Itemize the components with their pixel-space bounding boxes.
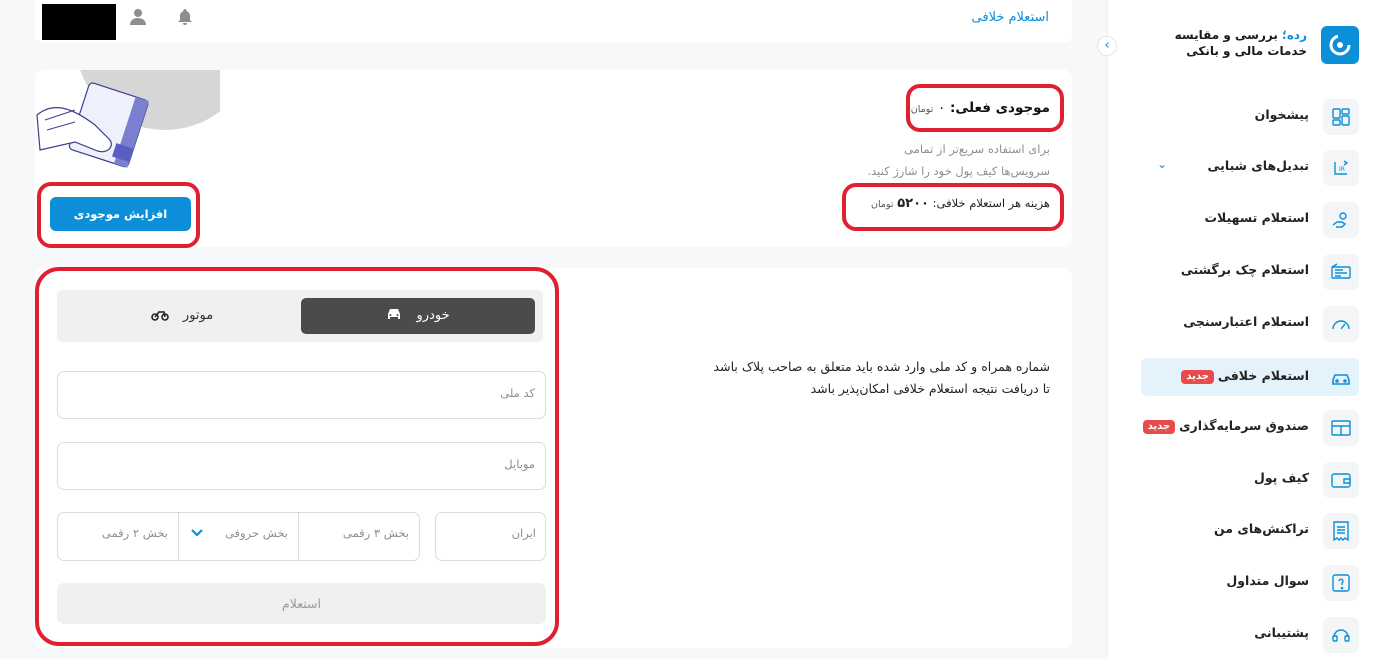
sidebar-item-label: پشتیبانی [1254,625,1309,640]
current-balance: موجودی فعلی: ۰ تومان [910,100,1050,116]
sidebar-item-support[interactable]: پشتیبانی [1141,615,1359,653]
inquiry-submit-button[interactable]: استعلام [57,583,546,624]
cheque-icon [1323,254,1359,290]
sidebar-item-label: صندوق سرمایه‌گذاریجدید [1142,418,1309,434]
inquiry-card: شماره همراه و کد ملی وارد شده باید متعلق… [35,268,1072,648]
receipt-icon [1323,513,1359,549]
iban-convert-icon: IR [1323,150,1359,186]
chevron-down-icon [191,526,203,541]
car-icon [386,300,402,336]
plate-three-digit-input[interactable]: بخش ۳ رقمی [298,513,419,560]
sidebar-item-label: سوال متداول [1226,573,1309,588]
sidebar-item-label: استعلام چک برگشتی [1180,262,1309,277]
tab-car[interactable]: خودرو [301,298,535,334]
top-bar: استعلام خلافی [35,0,1072,42]
sidebar-item-iban-convert[interactable]: IR تبدیل‌های شبایی ⌄ [1141,148,1359,186]
profile-redacted-box[interactable] [42,4,116,40]
sidebar-item-dashboard[interactable]: پیشخوان [1141,97,1359,135]
question-icon [1323,565,1359,601]
chevron-down-icon[interactable]: ⌄ [1157,157,1167,171]
sidebar-item-cheque-inquiry[interactable]: استعلام چک برگشتی [1141,252,1359,290]
sidebar-item-label: استعلام خلافیجدید [1181,368,1309,384]
plate-number-input: بخش ۳ رقمی بخش حروفی بخش ۲ رقمی [57,512,420,561]
plate-letter-select[interactable]: بخش حروفی [178,513,298,560]
bell-icon[interactable] [176,8,194,30]
inquiry-fee: هزینه هر استعلام خلافی: ۵۲۰۰ تومان [871,196,1050,211]
wallet-icon [1323,462,1359,498]
plate-two-digit-input[interactable]: بخش ۲ رقمی [58,513,178,560]
sidebar-item-faq[interactable]: سوال متداول [1141,563,1359,601]
sidebar-item-label: تراکنش‌های من [1214,521,1309,536]
mobile-placeholder: موبایل [504,457,535,471]
national-code-placeholder: کد ملی [500,386,535,400]
sidebar-item-label: تبدیل‌های شبایی [1207,158,1309,173]
page-title: استعلام خلافی [971,10,1049,25]
new-badge: جدید [1181,370,1214,384]
gauge-icon [1323,306,1359,342]
sidebar-item-traffic-fines[interactable]: استعلام خلافیجدید [1141,358,1359,396]
sidebar-item-transactions[interactable]: تراکنش‌های من [1141,511,1359,549]
sidebar-item-loan-inquiry[interactable]: استعلام تسهیلات [1141,200,1359,238]
svg-text:IR: IR [1339,166,1345,173]
sidebar-item-label: پیشخوان [1254,107,1309,122]
motorcycle-icon [150,300,169,336]
mobile-input[interactable]: موبایل [57,442,546,490]
loan-hand-icon [1323,202,1359,238]
sidebar-item-wallet[interactable]: کیف پول [1141,460,1359,498]
new-badge: جدید [1142,420,1176,434]
sidebar-item-credit-score[interactable]: استعلام اعتبارسنجی [1141,304,1359,342]
plate-iran-input[interactable]: ایران [435,512,546,561]
sidebar-item-label: کیف پول [1254,470,1309,485]
sidebar-item-label: استعلام تسهیلات [1204,210,1309,225]
dashboard-icon [1323,99,1359,135]
balance-card: موجودی فعلی: ۰ تومان برای استفاده سریع‌ت… [35,70,1072,247]
fee-unit: تومان [871,199,894,210]
brand-name: رده؛ بررسی و مقایسه خدمات مالی و بانکی [1174,28,1307,58]
user-icon[interactable] [129,8,147,30]
inquiry-info-text: شماره همراه و کد ملی وارد شده باید متعلق… [713,359,1050,396]
increase-balance-button[interactable]: افزایش موجودی [50,197,191,231]
sidebar-collapse-button[interactable]: ‹ [1097,36,1117,56]
fund-icon [1323,410,1359,446]
tab-motor[interactable]: موتور [65,298,299,334]
sidebar-item-investment-fund[interactable]: صندوق سرمایه‌گذاریجدید [1141,408,1359,446]
balance-description: برای استفاده سریع‌تر از تمامی سرویس‌ها ک… [867,142,1050,178]
car-icon [1323,360,1359,396]
brand[interactable]: رده؛ بررسی و مقایسه خدمات مالی و بانکی [1127,24,1359,68]
sidebar-item-label: استعلام اعتبارسنجی [1183,314,1309,329]
balance-amount: ۰ [937,100,946,116]
balance-unit: تومان [910,104,934,115]
headset-icon [1323,617,1359,653]
sidebar: ‹ رده؛ بررسی و مقایسه خدمات مالی و بانکی… [1097,0,1379,659]
vehicle-type-tabs: خودرو موتور [57,290,543,342]
national-code-input[interactable]: کد ملی [57,371,546,419]
wallet-illustration [36,70,220,168]
brand-logo-icon [1321,26,1359,64]
fee-amount: ۵۲۰۰ [897,196,929,211]
